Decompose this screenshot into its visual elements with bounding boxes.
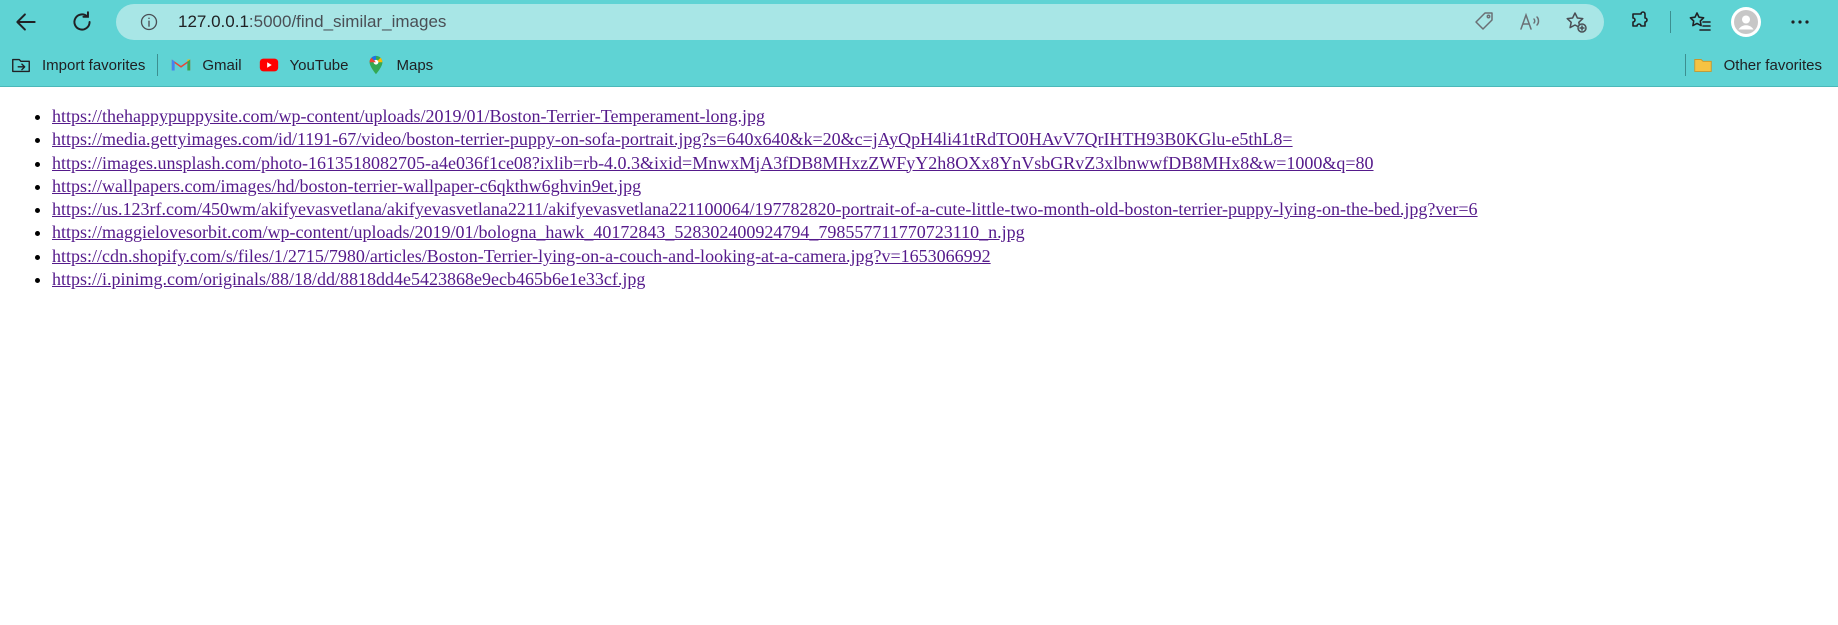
image-link[interactable]: https://maggielovesorbit.com/wp-content/…: [52, 222, 1025, 242]
image-link[interactable]: https://wallpapers.com/images/hd/boston-…: [52, 176, 641, 196]
favorite-label: Gmail: [202, 56, 242, 74]
list-item: https://i.pinimg.com/originals/88/18/dd/…: [52, 268, 1838, 291]
list-item: https://wallpapers.com/images/hd/boston-…: [52, 175, 1838, 198]
list-item: https://maggielovesorbit.com/wp-content/…: [52, 221, 1838, 244]
site-info-icon[interactable]: [138, 11, 160, 33]
favorite-label: Maps: [396, 56, 434, 74]
other-favorites-label: Other favorites: [1723, 56, 1822, 74]
favorite-gmail[interactable]: Gmail: [162, 50, 249, 80]
youtube-icon: [259, 58, 278, 72]
page-content: https://thehappypuppysite.com/wp-content…: [0, 87, 1838, 291]
url-text[interactable]: 127.0.0.1:5000/find_similar_images: [178, 12, 446, 32]
image-link-list: https://thehappypuppysite.com/wp-content…: [0, 105, 1838, 291]
favorite-label: YouTube: [289, 56, 349, 74]
profile-icon: [1734, 10, 1758, 34]
reload-icon: [73, 11, 91, 31]
favorite-import[interactable]: Import favorites: [2, 50, 153, 80]
favorite-label: Import favorites: [42, 56, 146, 74]
list-item: https://us.123rf.com/450wm/akifyevasvetl…: [52, 198, 1838, 221]
favorite-youtube[interactable]: YouTube: [250, 50, 357, 80]
read-aloud-icon[interactable]: [1512, 4, 1548, 40]
profile-avatar[interactable]: [1731, 7, 1761, 37]
toolbar-right: [1620, 0, 1821, 44]
list-item: https://images.unsplash.com/photo-161351…: [52, 152, 1838, 175]
back-arrow-icon: [16, 13, 36, 31]
browser-chrome: 127.0.0.1:5000/find_similar_images Impor…: [0, 0, 1838, 87]
folder-icon: [1693, 59, 1712, 72]
image-link[interactable]: https://cdn.shopify.com/s/files/1/2715/7…: [52, 246, 991, 266]
image-link[interactable]: https://media.gettyimages.com/id/1191-67…: [52, 129, 1293, 149]
url-path: :5000/find_similar_images: [248, 12, 447, 31]
address-bar-actions: [1466, 4, 1594, 40]
more-icon[interactable]: [1779, 1, 1821, 43]
favorites-bar: Import favorites Gmail YouTube Maps Othe…: [0, 44, 1838, 87]
url-host: 127.0.0.1: [178, 12, 249, 31]
extensions-icon[interactable]: [1620, 1, 1662, 43]
reload-button[interactable]: [62, 2, 102, 42]
address-bar[interactable]: 127.0.0.1:5000/find_similar_images: [116, 4, 1604, 40]
favorites-divider: [157, 54, 159, 76]
image-link[interactable]: https://i.pinimg.com/originals/88/18/dd/…: [52, 269, 645, 289]
list-item: https://media.gettyimages.com/id/1191-67…: [52, 128, 1838, 151]
list-item: https://cdn.shopify.com/s/files/1/2715/7…: [52, 245, 1838, 268]
image-link[interactable]: https://images.unsplash.com/photo-161351…: [52, 153, 1374, 173]
maps-icon: [369, 55, 382, 75]
tag-icon[interactable]: [1466, 4, 1502, 40]
browser-toolbar: 127.0.0.1:5000/find_similar_images: [0, 0, 1838, 44]
image-link[interactable]: https://us.123rf.com/450wm/akifyevasvetl…: [52, 199, 1478, 219]
image-link[interactable]: https://thehappypuppysite.com/wp-content…: [52, 106, 765, 126]
add-favorite-icon[interactable]: [1558, 4, 1594, 40]
import-icon: [12, 58, 30, 73]
list-item: https://thehappypuppysite.com/wp-content…: [52, 105, 1838, 128]
favorites-icon[interactable]: [1679, 1, 1721, 43]
other-favorites-folder[interactable]: Other favorites: [1684, 50, 1830, 80]
back-button[interactable]: [6, 2, 46, 42]
toolbar-divider: [1670, 11, 1671, 33]
gmail-icon: [172, 59, 191, 71]
favorite-maps[interactable]: Maps: [357, 50, 442, 80]
